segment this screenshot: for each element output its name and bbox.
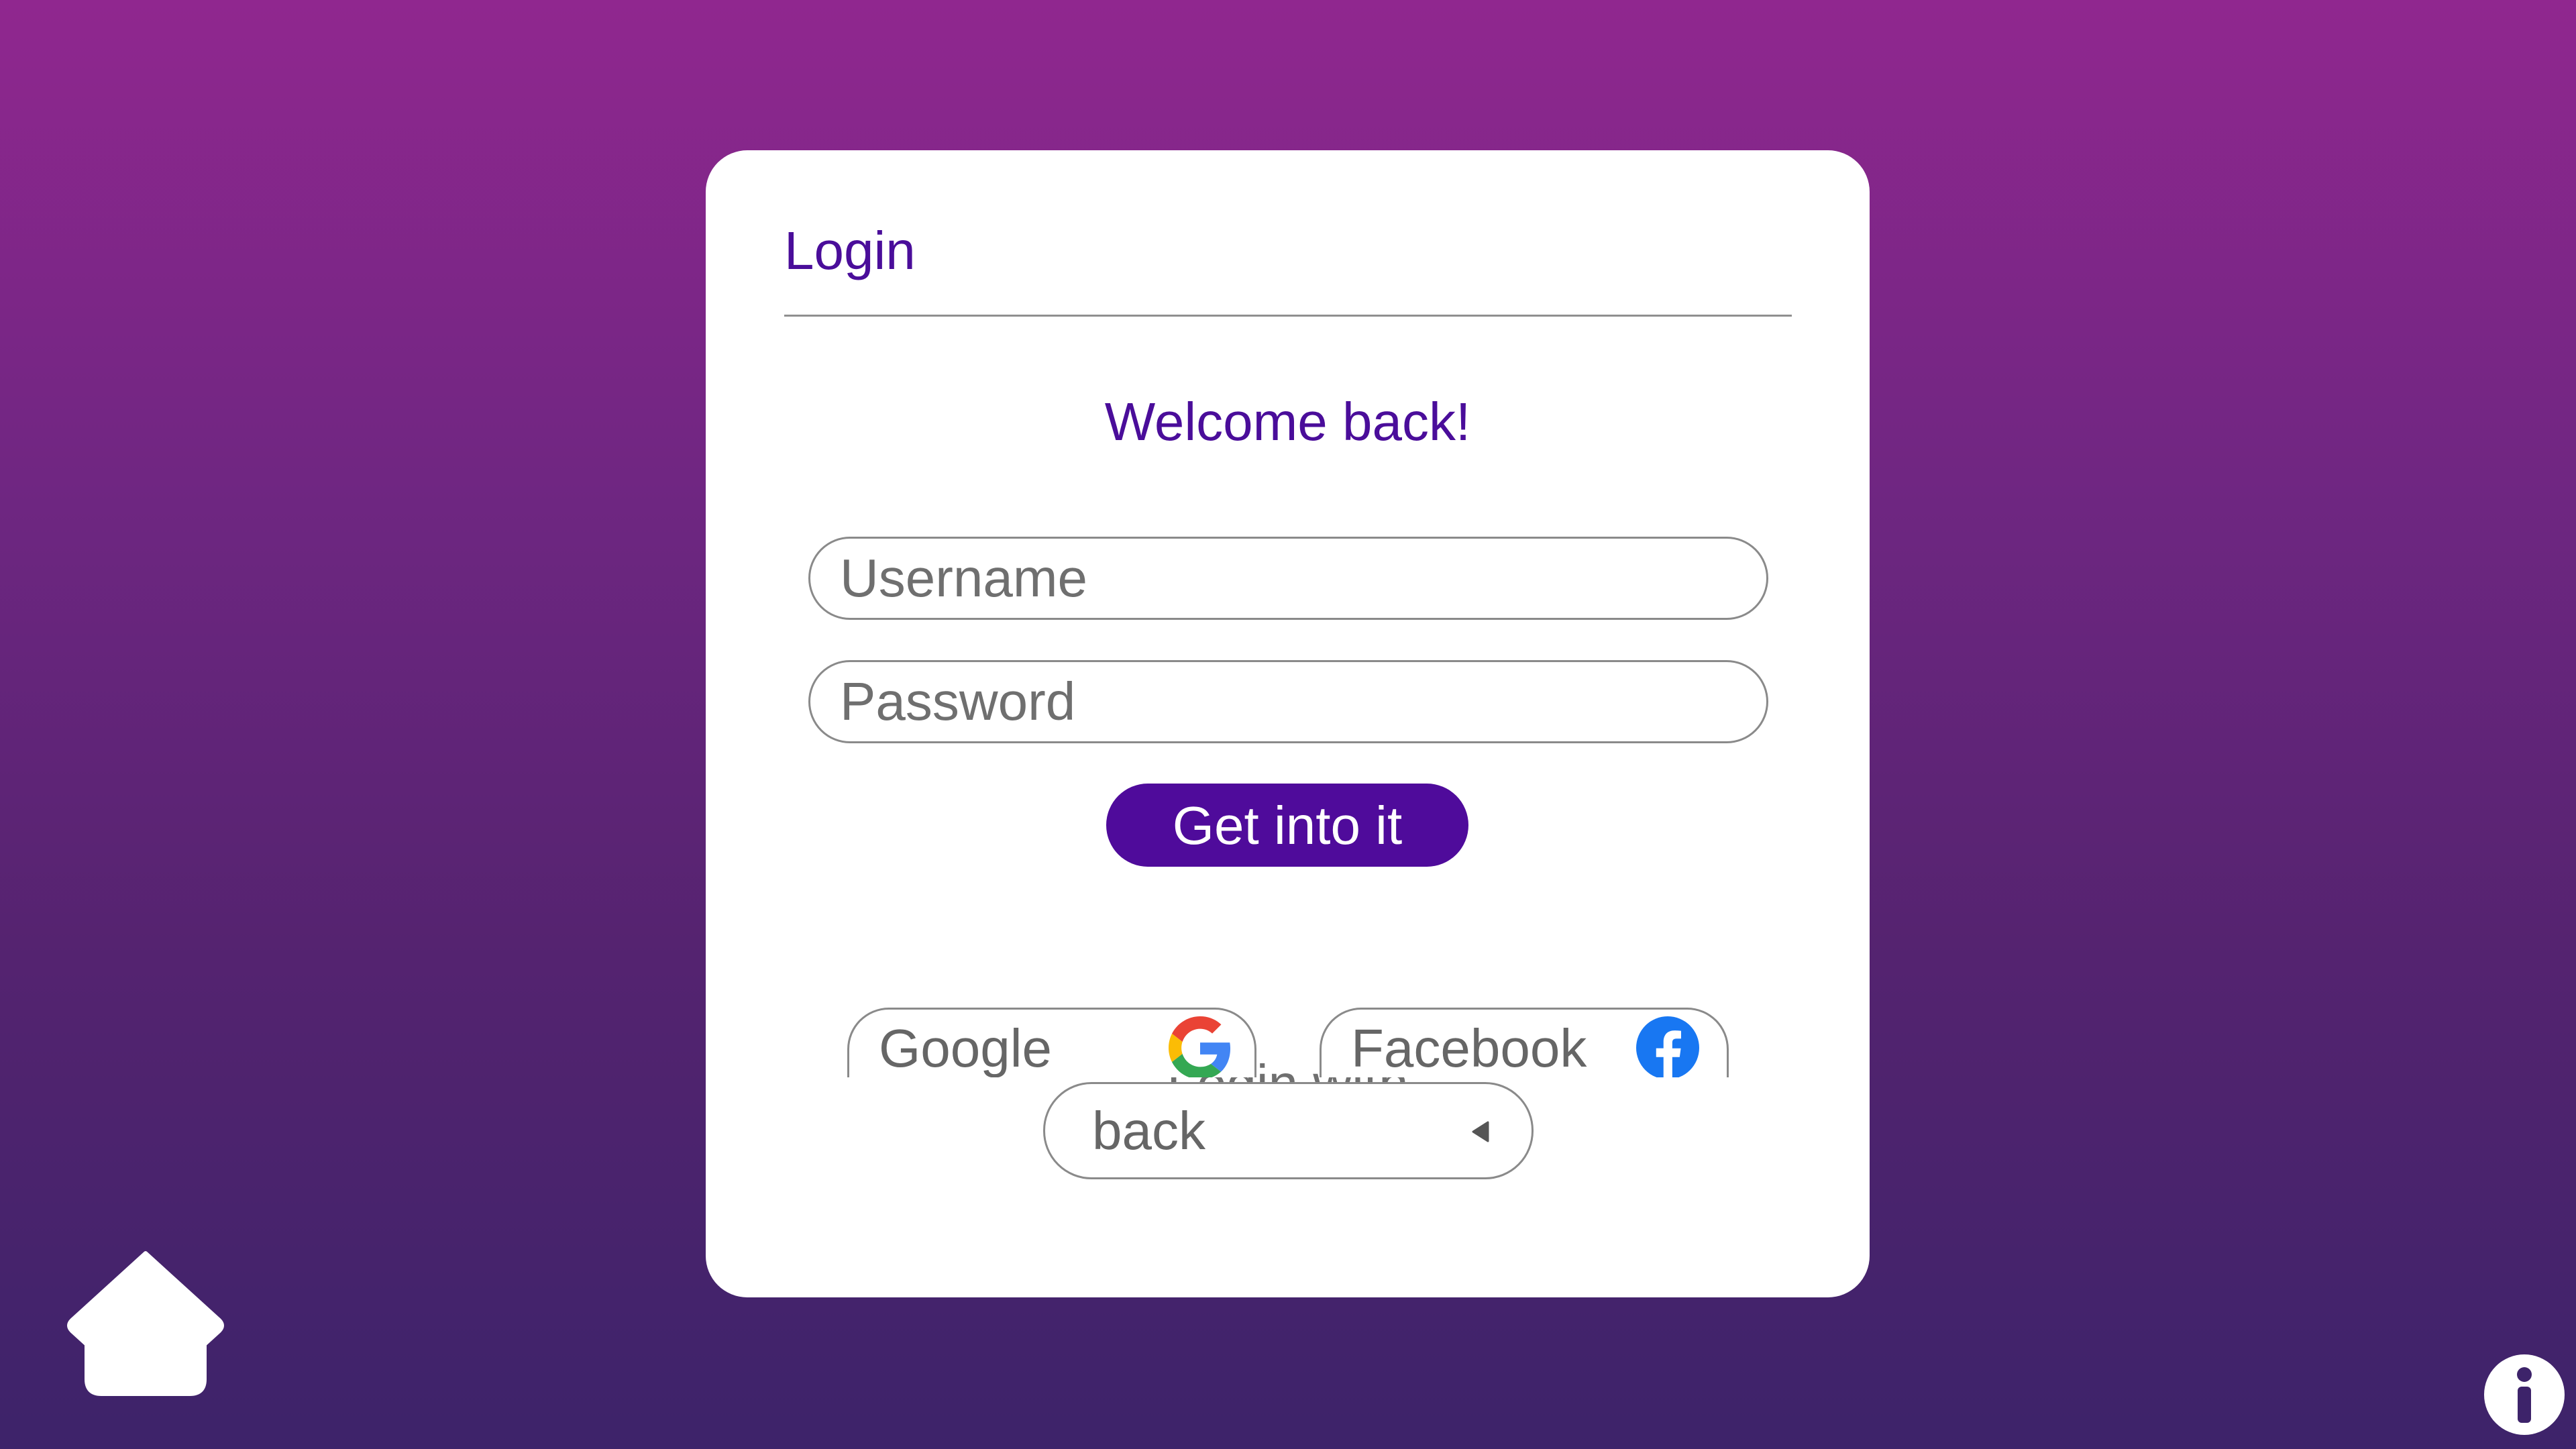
password-input[interactable] — [808, 660, 1768, 743]
info-icon[interactable] — [2483, 1353, 2566, 1436]
caret-left-icon — [1472, 1121, 1489, 1142]
login-title: Login — [784, 221, 916, 280]
back-button[interactable]: back — [1043, 1082, 1534, 1179]
back-label: back — [1092, 1101, 1205, 1161]
welcome-message: Welcome back! — [1104, 392, 1471, 451]
google-login-button[interactable]: Google — [847, 1008, 1256, 1077]
facebook-icon — [1636, 1016, 1699, 1077]
username-input[interactable] — [808, 537, 1768, 620]
title-divider — [784, 315, 1792, 317]
login-card: Login Welcome back! Get into it Login wi… — [706, 150, 1870, 1297]
google-icon — [1169, 1016, 1231, 1077]
facebook-login-label: Facebook — [1351, 1018, 1587, 1077]
facebook-login-button[interactable]: Facebook — [1320, 1008, 1729, 1077]
login-submit-button[interactable]: Get into it — [1106, 784, 1468, 867]
google-login-label: Google — [879, 1018, 1052, 1077]
home-icon[interactable] — [64, 1245, 227, 1396]
